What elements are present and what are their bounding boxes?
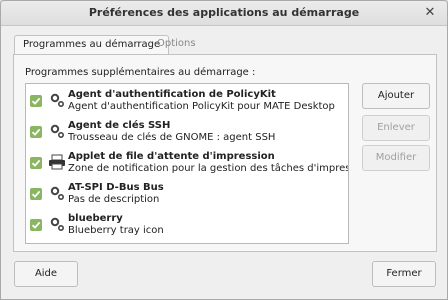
enabled-checkbox[interactable] <box>30 95 42 107</box>
tab-startup-programs[interactable]: Programmes au démarrage <box>14 35 170 54</box>
help-button[interactable]: Aide <box>14 261 78 287</box>
program-name: Applet de file d'attente d'impression <box>68 151 275 162</box>
startup-program-list[interactable]: Agent d'authentification de PolicyKit Ag… <box>25 83 349 244</box>
list-item[interactable]: blueberry Blueberry tray icon <box>26 210 348 241</box>
gear-icon <box>48 184 66 202</box>
gear-icon <box>48 91 66 109</box>
program-description: Agent d'authentification PolicyKit pour … <box>68 101 335 112</box>
program-description: Pas de description <box>68 194 160 205</box>
window-title: Préférences des applications au démarrag… <box>88 6 360 19</box>
add-button[interactable]: Ajouter <box>362 83 430 109</box>
program-name: Agent de clés SSH <box>68 120 171 131</box>
checkmark-icon <box>31 221 41 229</box>
checkmark-icon <box>31 128 41 136</box>
list-item[interactable]: Agent de clés SSH Trousseau de clés de G… <box>26 117 348 148</box>
enabled-checkbox[interactable] <box>30 188 42 200</box>
enabled-checkbox[interactable] <box>30 126 42 138</box>
printer-icon <box>48 153 66 171</box>
edit-button[interactable]: Modifier <box>362 145 430 171</box>
program-description: Zone de notification pour la gestion des… <box>68 163 349 174</box>
gear-icon <box>48 122 66 140</box>
tab-options[interactable]: Options <box>149 35 204 53</box>
close-window-icon[interactable]: ✕ <box>423 6 437 20</box>
list-item[interactable]: Applet de file d'attente d'impression Zo… <box>26 148 348 179</box>
enabled-checkbox[interactable] <box>30 219 42 231</box>
program-name: Agent d'authentification de PolicyKit <box>68 89 276 100</box>
gear-icon <box>48 215 66 233</box>
list-item[interactable]: Agent d'authentification de PolicyKit Ag… <box>26 86 348 117</box>
enabled-checkbox[interactable] <box>30 157 42 169</box>
program-description: Trousseau de clés de GNOME : agent SSH <box>68 132 276 143</box>
startup-preferences-window: Préférences des applications au démarrag… <box>0 0 448 300</box>
program-name: blueberry <box>68 213 123 224</box>
program-description: Blueberry tray icon <box>68 225 164 236</box>
close-button[interactable]: Fermer <box>372 261 436 287</box>
checkmark-icon <box>31 190 41 198</box>
checkmark-icon <box>31 159 41 167</box>
program-name: AT-SPI D-Bus Bus <box>68 182 164 193</box>
list-item[interactable]: AT-SPI D-Bus Bus Pas de description <box>26 179 348 210</box>
remove-button[interactable]: Enlever <box>362 115 430 141</box>
checkmark-icon <box>31 97 41 105</box>
section-label: Programmes supplémentaires au démarrage … <box>25 67 256 78</box>
tab-panel: Programmes supplémentaires au démarrage … <box>13 54 437 252</box>
titlebar: Préférences des applications au démarrag… <box>1 1 447 26</box>
